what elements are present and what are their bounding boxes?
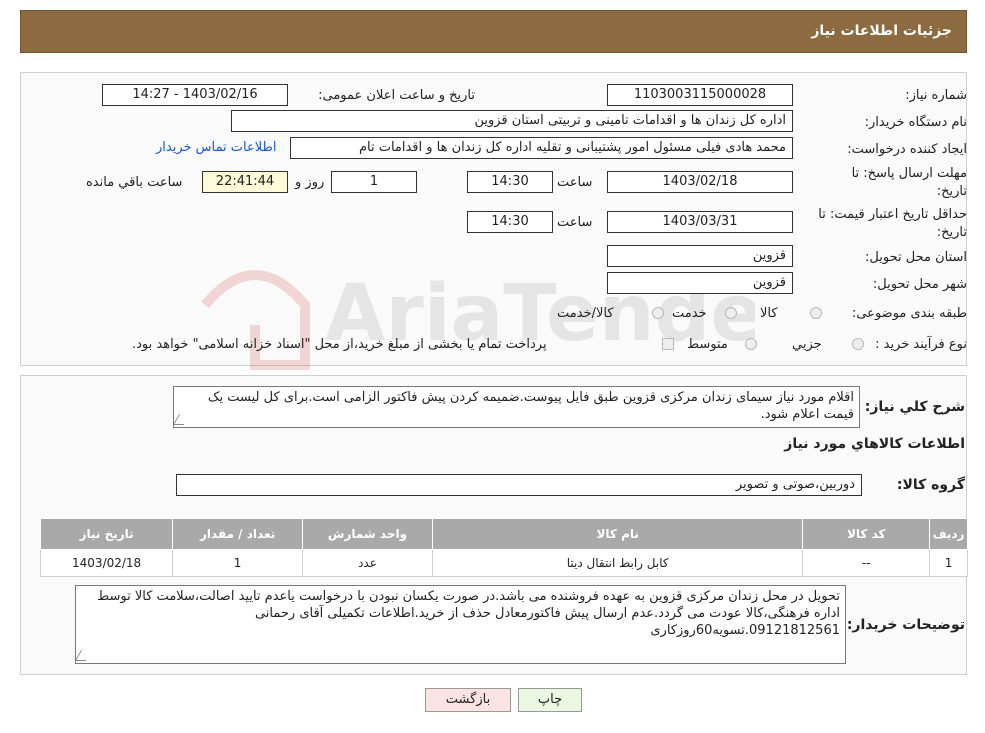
requester-label: ایجاد کننده درخواست: [847, 142, 967, 157]
buyer-org-field[interactable]: اداره کل زندان ها و اقدامات تامینی و ترب… [231, 110, 793, 132]
goods-group-label: گروه کالا: [896, 477, 965, 493]
buyer-notes-text: تحویل در محل زندان مرکزی قزوین به عهده ف… [97, 589, 840, 638]
need-number-label: شماره نیاز: [905, 88, 967, 103]
reply-time-field[interactable]: 14:30 [467, 171, 553, 193]
price-time-field[interactable]: 14:30 [467, 211, 553, 233]
price-time-label: ساعت [557, 215, 593, 230]
col-qty: تعداد / مقدار [172, 518, 303, 550]
category-option-goods: کالا [760, 306, 778, 321]
need-number-field[interactable]: 1103003115000028 [607, 84, 793, 106]
description-label: شرح کلي نياز: [864, 399, 965, 415]
city-field[interactable]: قزوین [607, 272, 793, 294]
page-header: جزئیات اطلاعات نیاز [20, 10, 967, 53]
table-row[interactable]: 1 -- کابل رابط انتقال دیتا عدد 1 1403/02… [39, 549, 968, 577]
days-label: روز و [295, 175, 325, 190]
province-field[interactable]: قزوین [607, 245, 793, 267]
purchase-treasury-note: پرداخت تمام یا بخشی از مبلغ خرید،از محل … [132, 337, 547, 352]
price-date-field[interactable]: 1403/03/31 [607, 211, 793, 233]
purchase-checkbox-treasury[interactable] [662, 338, 674, 350]
col-name: نام کالا [431, 518, 804, 550]
col-code: کد کالا [802, 518, 931, 550]
announce-date-label: تاریخ و ساعت اعلان عمومی: [318, 88, 475, 103]
buyer-notes-textarea[interactable]: تحویل در محل زندان مرکزی قزوین به عهده ف… [75, 585, 846, 664]
category-radio-service[interactable] [725, 307, 737, 319]
buyer-org-label: نام دستگاه خریدار: [864, 115, 967, 130]
cell-row: 1 [929, 549, 968, 577]
reply-deadline-label-2: تاریخ: [936, 184, 967, 199]
cell-qty: 1 [172, 549, 303, 577]
back-button[interactable]: بازگشت [425, 688, 511, 712]
cell-date: 1403/02/18 [39, 549, 174, 577]
goods-section-title: اطلاعات کالاهاي مورد نياز [784, 436, 965, 452]
price-validity-label-2: تاریخ: [936, 225, 967, 240]
category-radio-goods-service[interactable] [652, 307, 664, 319]
goods-table-header: رديف کد کالا نام کالا واحد شمارش تعداد /… [39, 518, 968, 550]
province-label: استان محل تحویل: [865, 250, 967, 265]
remaining-time-label: ساعت باقي مانده [86, 175, 183, 190]
category-option-service: خدمت [672, 306, 707, 321]
purchase-type-label: نوع فرآیند خرید : [875, 337, 967, 352]
category-option-goods-service: کالا/خدمت [557, 306, 614, 321]
purchase-radio-minor[interactable] [852, 338, 864, 350]
reply-deadline-label: مهلت ارسال پاسخ: تا [851, 166, 967, 181]
col-date: تاريخ نياز [39, 518, 174, 550]
city-label: شهر محل تحویل: [872, 277, 967, 292]
description-text: اقلام مورد نیاز سیمای زندان مرکزی قزوین … [207, 390, 854, 422]
requester-field[interactable]: محمد هادی فیلی مسئول امور پشتیبانی و تقل… [290, 137, 793, 159]
reply-date-field[interactable]: 1403/02/18 [607, 171, 793, 193]
announce-date-field[interactable]: 1403/02/16 - 14:27 [102, 84, 288, 106]
buyer-notes-label: توضیحات خریدار: [846, 617, 965, 633]
cell-code: -- [802, 549, 931, 577]
purchase-option-minor: جزیي [792, 337, 822, 352]
reply-time-label: ساعت [557, 175, 593, 190]
purchase-option-medium: متوسط [687, 337, 728, 352]
print-button[interactable]: چاپ [518, 688, 582, 712]
buyer-contact-link[interactable]: اطلاعات تماس خریدار [156, 140, 276, 155]
category-label: طبقه بندی موضوعی: [851, 306, 967, 321]
resize-grip-icon[interactable] [174, 414, 191, 425]
price-validity-label: حداقل تاریخ اعتبار قیمت: تا [818, 207, 967, 222]
remaining-time-field: 22:41:44 [202, 171, 288, 193]
col-unit: واحد شمارش [302, 518, 433, 550]
resize-grip-icon[interactable] [76, 650, 93, 661]
goods-group-field[interactable]: دوربین،صوتی و تصویر [176, 474, 862, 496]
col-row: رديف [929, 518, 968, 550]
description-textarea[interactable]: اقلام مورد نیاز سیمای زندان مرکزی قزوین … [173, 386, 860, 428]
cell-unit: عدد [302, 549, 433, 577]
purchase-radio-medium[interactable] [745, 338, 757, 350]
goods-table: رديف کد کالا نام کالا واحد شمارش تعداد /… [39, 518, 968, 577]
page-title: جزئیات اطلاعات نیاز [811, 23, 952, 39]
cell-name: کابل رابط انتقال دیتا [431, 549, 804, 577]
days-field[interactable]: 1 [331, 171, 417, 193]
category-radio-goods[interactable] [810, 307, 822, 319]
